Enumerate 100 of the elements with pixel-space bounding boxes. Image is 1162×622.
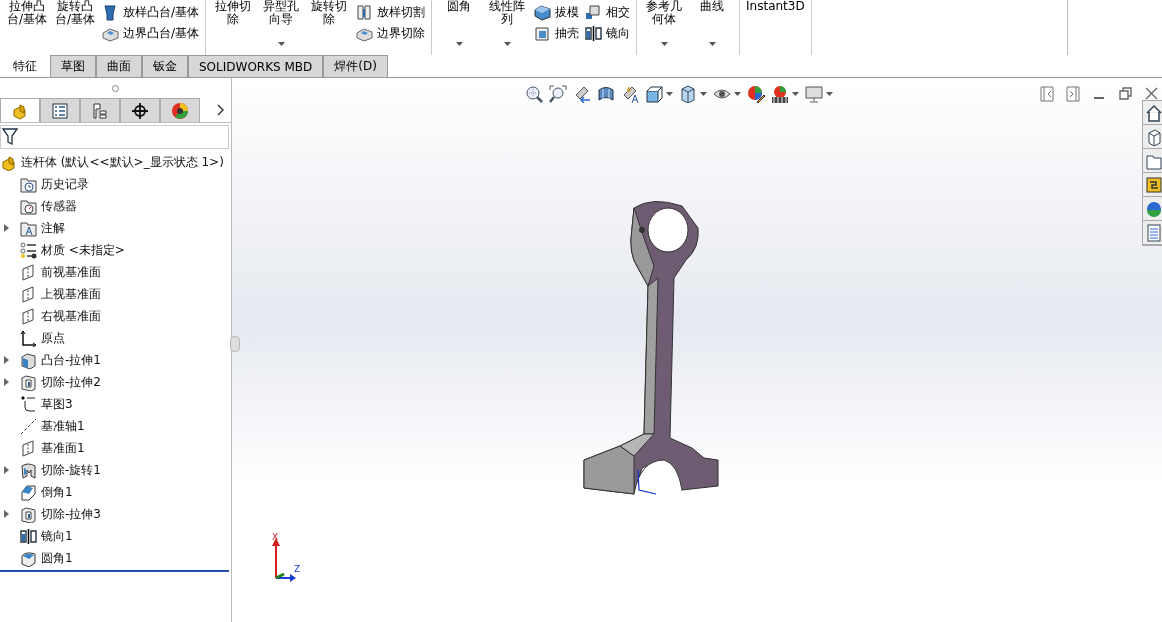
ribbon-button[interactable]: 异型孔向导 bbox=[258, 0, 305, 54]
boss-block-icon bbox=[20, 351, 37, 369]
tree-item[interactable]: 切除-拉伸2 bbox=[41, 373, 101, 391]
tree-item[interactable]: 材质 <未指定> bbox=[41, 241, 125, 259]
filter-field[interactable] bbox=[0, 125, 229, 149]
cube-icon[interactable] bbox=[645, 85, 663, 103]
part-box-icon bbox=[1145, 127, 1162, 146]
ribbon-button[interactable]: 拔模 bbox=[532, 4, 582, 21]
caret-icon[interactable] bbox=[734, 92, 741, 96]
ribbon-button[interactable]: 镜向 bbox=[583, 25, 633, 42]
caret-icon[interactable] bbox=[826, 92, 833, 96]
color-ball-pencil-icon[interactable] bbox=[747, 85, 765, 103]
caret-icon[interactable] bbox=[666, 92, 673, 96]
ribbon-button[interactable]: 放样切割 bbox=[354, 4, 428, 21]
z-axis-label: Z bbox=[294, 564, 301, 574]
axis-line-icon bbox=[20, 417, 37, 435]
ribbon-button[interactable]: 圆角 bbox=[436, 0, 483, 54]
splitter-handle[interactable] bbox=[230, 336, 240, 352]
ribbon-tab[interactable]: SOLIDWORKS MBD bbox=[188, 55, 324, 77]
tree-item[interactable]: 注解 bbox=[41, 219, 65, 237]
close-icon[interactable] bbox=[1144, 86, 1159, 102]
folder-letter-icon bbox=[20, 219, 37, 237]
expand-arrow-icon[interactable] bbox=[4, 510, 9, 518]
list-icon bbox=[51, 101, 69, 120]
expand-arrow-icon[interactable] bbox=[4, 224, 9, 232]
panel-collapse-icon[interactable] bbox=[1040, 86, 1055, 102]
ribbon-tab[interactable]: 曲面 bbox=[96, 55, 142, 77]
expand-arrow-icon[interactable] bbox=[4, 356, 9, 364]
ribbon-button[interactable]: 边界凸台/基体 bbox=[100, 25, 202, 42]
part-blocks-icon bbox=[11, 101, 29, 120]
cut-block-icon bbox=[20, 505, 37, 523]
tree-item[interactable]: 原点 bbox=[41, 329, 65, 347]
panel-tab[interactable] bbox=[160, 98, 200, 122]
display-style-cube-icon[interactable] bbox=[679, 85, 697, 103]
panel-expand-icon[interactable] bbox=[1066, 86, 1081, 102]
home-icon bbox=[1145, 103, 1162, 122]
tree-item[interactable]: 镜向1 bbox=[41, 527, 73, 545]
tree-item[interactable]: 切除-旋转1 bbox=[41, 461, 101, 479]
folder-clock-icon bbox=[20, 175, 37, 193]
tree-item[interactable]: 传感器 bbox=[41, 197, 77, 215]
ribbon-button[interactable]: 拉伸切除 bbox=[210, 0, 257, 54]
ribbon-tab[interactable]: 草图 bbox=[50, 55, 96, 77]
panel-tab[interactable] bbox=[120, 98, 160, 122]
plane-icon bbox=[20, 307, 37, 325]
ribbon-button[interactable]: 旋转凸台/基体 bbox=[52, 0, 98, 54]
origin-axes-icon bbox=[20, 329, 37, 347]
ribbon-button[interactable]: 参考几何体 bbox=[641, 0, 688, 54]
tree-item[interactable]: 切除-拉伸3 bbox=[41, 505, 101, 523]
ribbon-button[interactable]: 相交 bbox=[583, 4, 633, 21]
mirror-icon bbox=[585, 25, 603, 42]
x-axis-label: X bbox=[272, 532, 279, 542]
fillet-block-icon bbox=[20, 549, 37, 567]
ribbon-button[interactable]: Instant3D bbox=[744, 0, 807, 54]
tree-item[interactable]: 基准轴1 bbox=[41, 417, 85, 435]
tree-item[interactable]: 圆角1 bbox=[41, 549, 73, 567]
zoom-area-icon[interactable] bbox=[549, 85, 567, 103]
sketch-icon bbox=[20, 395, 37, 413]
caret-icon[interactable] bbox=[700, 92, 707, 96]
globe-icon bbox=[1145, 199, 1162, 218]
ribbon-button[interactable]: 曲线 bbox=[689, 0, 736, 54]
ribbon-button[interactable]: 放样凸台/基体 bbox=[100, 4, 202, 21]
plane-icon bbox=[20, 285, 37, 303]
tree-item[interactable]: 历史记录 bbox=[41, 175, 89, 193]
tree-structure-icon bbox=[91, 101, 109, 120]
draft-block-icon bbox=[534, 4, 552, 21]
zoom-fit-icon[interactable] bbox=[525, 85, 543, 103]
loft-shape-icon bbox=[102, 4, 119, 21]
block-icon bbox=[102, 25, 119, 42]
crosshair-icon bbox=[131, 101, 149, 120]
chevron-right-icon[interactable] bbox=[217, 104, 225, 116]
dynamic-annotation-icon[interactable] bbox=[621, 85, 639, 103]
tree-item[interactable]: 倒角1 bbox=[41, 483, 73, 501]
plane-icon bbox=[20, 263, 37, 281]
section-view-icon[interactable] bbox=[597, 85, 615, 103]
ribbon-button[interactable]: 旋转切除 bbox=[306, 0, 353, 54]
expand-arrow-icon[interactable] bbox=[4, 466, 9, 474]
ribbon-tab[interactable]: 钣金 bbox=[142, 55, 188, 77]
ribbon-button[interactable]: 边界切除 bbox=[354, 25, 428, 42]
tree-item[interactable]: 前视基准面 bbox=[41, 263, 101, 281]
restore-icon[interactable] bbox=[1118, 86, 1133, 102]
color-ball-icon bbox=[171, 101, 189, 120]
cut-shape-icon bbox=[356, 4, 374, 21]
folder-gauge-icon bbox=[20, 197, 37, 215]
chamfer-block-icon bbox=[20, 483, 37, 501]
intersect-icon bbox=[585, 4, 603, 21]
ribbon-button[interactable]: 线性阵列 bbox=[484, 0, 531, 54]
tree-root-item[interactable]: 连杆体 (默认<<默认>_显示状态 1>) bbox=[21, 153, 224, 171]
tree-item[interactable]: 凸台-拉伸1 bbox=[41, 351, 101, 369]
tree-item[interactable]: 草图3 bbox=[41, 395, 73, 413]
ribbon-button[interactable]: 拉伸凸台/基体 bbox=[4, 0, 50, 54]
tree-item[interactable]: 上视基准面 bbox=[41, 285, 101, 303]
palette-icon bbox=[1145, 175, 1162, 194]
ribbon-tab[interactable]: 焊件(D) bbox=[323, 55, 388, 77]
scene-ball-icon[interactable] bbox=[771, 85, 789, 103]
tree-item[interactable]: 右视基准面 bbox=[41, 307, 101, 325]
caret-icon[interactable] bbox=[792, 92, 799, 96]
expand-arrow-icon[interactable] bbox=[4, 378, 9, 386]
plane-icon bbox=[20, 439, 37, 457]
ribbon-button[interactable]: 抽壳 bbox=[532, 25, 582, 42]
tree-item[interactable]: 基准面1 bbox=[41, 439, 85, 457]
